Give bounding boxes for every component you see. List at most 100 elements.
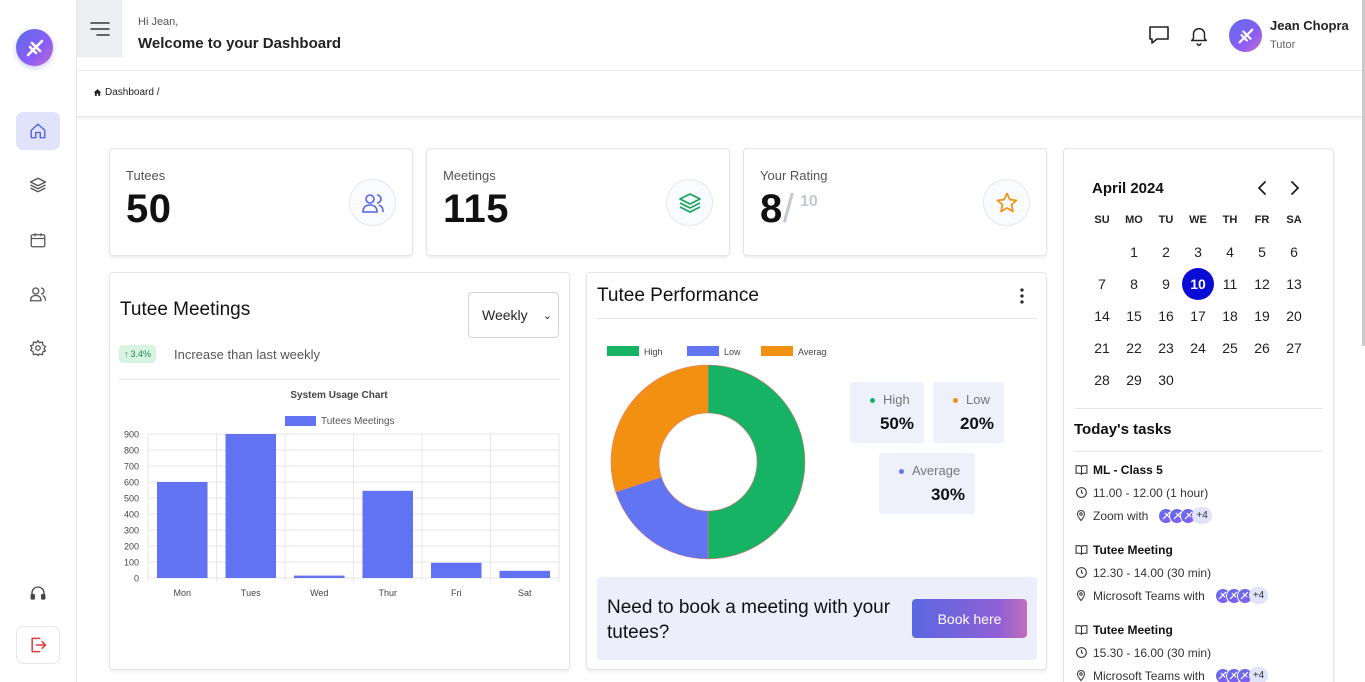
meetings-value: 115 [443, 187, 510, 231]
bar [431, 562, 482, 578]
calendar-day[interactable]: 16 [1150, 300, 1182, 332]
calendar-day[interactable]: 30 [1150, 364, 1182, 396]
book-meeting-banner: Need to book a meeting with your tutees?… [597, 577, 1037, 660]
rating-number: 8 [760, 187, 783, 231]
calendar-day[interactable]: 17 [1182, 300, 1214, 332]
bar [225, 434, 276, 578]
calendar-day[interactable]: 24 [1182, 332, 1214, 364]
weekday-label: MO [1125, 214, 1143, 226]
layers-icon [29, 177, 47, 193]
calendar-day[interactable]: 13 [1278, 268, 1310, 300]
bar [362, 490, 413, 578]
calendar-day[interactable]: 3 [1182, 236, 1214, 268]
x-tick-label: Fri [451, 588, 462, 598]
tutees-value: 50 [126, 187, 172, 231]
attendee-avatars[interactable]: +4 [1214, 667, 1269, 682]
y-tick-label: 0 [134, 574, 139, 584]
headset-icon [30, 586, 46, 600]
prev-month-button[interactable] [1252, 178, 1272, 198]
chat-icon [1149, 26, 1169, 44]
home-icon [30, 123, 46, 139]
calendar-day[interactable]: 26 [1246, 332, 1278, 364]
calendar-day[interactable]: 4 [1214, 236, 1246, 268]
task-item[interactable]: Tutee Meeting 15.30 - 16.00 (30 min) Micro… [1074, 618, 1324, 682]
top-bar: Hi Jean, Welcome to your Dashboard Jean … [77, 0, 1364, 71]
breadcrumb-label: Dashboard / [105, 87, 160, 98]
calendar-day[interactable]: 15 [1118, 300, 1150, 332]
task-time-row: 12.30 - 14.00 (30 min) [1074, 561, 1324, 584]
task-location-row: Zoom with +4 [1074, 504, 1324, 527]
sidebar-item-home[interactable] [16, 112, 60, 150]
calendar-day[interactable]: 25 [1214, 332, 1246, 364]
attendee-avatars[interactable]: +4 [1214, 587, 1269, 604]
calendar-day[interactable]: 28 [1086, 364, 1118, 396]
sidebar-item-calendar[interactable] [16, 221, 60, 259]
calendar-day[interactable]: 19 [1246, 300, 1278, 332]
calendar-day[interactable]: 22 [1118, 332, 1150, 364]
task-name: Tutee Meeting [1093, 542, 1173, 557]
notifications-button[interactable] [1186, 22, 1212, 48]
app-logo[interactable] [16, 29, 53, 66]
sidebar-item-settings[interactable] [16, 329, 60, 367]
calendar-day[interactable]: 9 [1150, 268, 1182, 300]
calendar-day[interactable]: 5 [1246, 236, 1278, 268]
donut-slice [707, 364, 806, 560]
legend-label: Low [724, 347, 741, 357]
users-icon [361, 193, 384, 213]
task-time: 12.30 - 14.00 (30 min) [1093, 565, 1212, 580]
book-here-button[interactable]: Book here [912, 599, 1027, 638]
calendar-day[interactable]: 27 [1278, 332, 1310, 364]
calendar-day[interactable]: 1 [1118, 236, 1150, 268]
calendar-day[interactable]: 20 [1278, 300, 1310, 332]
calendar-day[interactable]: 2 [1150, 236, 1182, 268]
user-name[interactable]: Jean Chopra [1270, 18, 1349, 33]
low-chip-label: Low [953, 392, 990, 407]
x-tick-label: Tues [241, 588, 261, 598]
low-stat-chip: Low 20% [933, 382, 1004, 443]
calendar-day[interactable]: 14 [1086, 300, 1118, 332]
user-avatar[interactable] [1229, 19, 1262, 52]
messages-button[interactable] [1146, 22, 1172, 48]
task-location-row: Microsoft Teams with +4 [1074, 664, 1324, 682]
location-pin-icon [1074, 509, 1088, 523]
menu-toggle-button[interactable] [77, 0, 122, 57]
task-via: Microsoft Teams with [1093, 668, 1205, 682]
calendar-day[interactable]: 29 [1118, 364, 1150, 396]
calendar-day[interactable]: 8 [1118, 268, 1150, 300]
calendar-day[interactable]: 6 [1278, 236, 1310, 268]
sidebar-item-layers[interactable] [16, 166, 60, 204]
sidebar-item-users[interactable] [16, 275, 60, 313]
breadcrumb[interactable]: Dashboard / [93, 87, 159, 98]
meetings-stat-icon [666, 179, 713, 226]
next-month-button[interactable] [1285, 178, 1305, 198]
task-name: Tutee Meeting [1093, 622, 1173, 637]
calendar-day[interactable]: 11 [1214, 268, 1246, 300]
arrow-up-icon: ↑ [124, 349, 129, 359]
x-tick-label: Thur [378, 588, 397, 598]
clock-icon [1074, 486, 1088, 500]
average-chip-text: Average [912, 463, 961, 478]
task-item[interactable]: Tutee Meeting 12.30 - 14.00 (30 min) Micro… [1074, 538, 1324, 607]
calendar-day[interactable]: 18 [1214, 300, 1246, 332]
period-select[interactable]: Weekly ⌄ [468, 292, 559, 338]
calendar-day[interactable]: 23 [1150, 332, 1182, 364]
support-headset-button[interactable] [16, 574, 60, 612]
rating-stat-icon [983, 179, 1030, 226]
logout-button[interactable] [16, 626, 60, 664]
calendar-day[interactable]: 7 [1086, 268, 1118, 300]
more-options-button[interactable] [1019, 287, 1025, 310]
tutee-performance-title: Tutee Performance [597, 285, 759, 306]
y-tick-label: 300 [124, 526, 139, 536]
calendar-day-today[interactable]: 10 [1182, 268, 1214, 300]
task-item[interactable]: ML - Class 5 11.00 - 12.00 (1 hour) Zoom w… [1074, 458, 1324, 527]
task-time-row: 15.30 - 16.00 (30 min) [1074, 641, 1324, 664]
todays-tasks-title: Today's tasks [1074, 421, 1172, 438]
calendar-day[interactable]: 12 [1246, 268, 1278, 300]
y-tick-label: 500 [124, 494, 139, 504]
y-tick-label: 200 [124, 542, 139, 552]
calendar-day[interactable]: 21 [1086, 332, 1118, 364]
divider [597, 318, 1037, 319]
task-via: Microsoft Teams with [1093, 588, 1205, 603]
attendee-avatars[interactable]: +4 [1158, 507, 1212, 524]
y-tick-label: 400 [124, 510, 139, 520]
